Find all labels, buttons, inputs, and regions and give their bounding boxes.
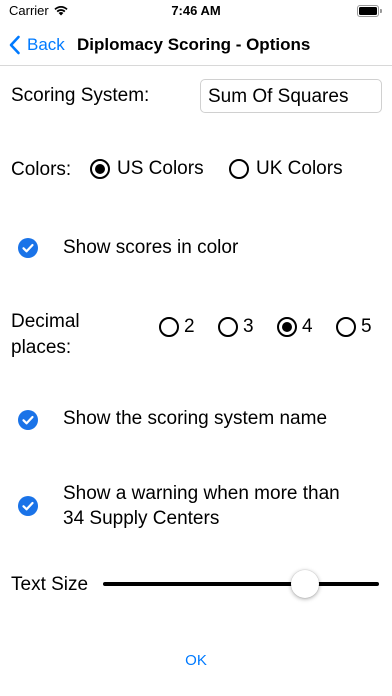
status-bar: Carrier 7:46 AM	[0, 0, 392, 24]
back-label: Back	[27, 35, 65, 54]
show-system-name-label: Show the scoring system name	[63, 408, 328, 429]
radio-circle-uk	[229, 159, 249, 179]
warning-checkbox[interactable]	[18, 496, 38, 516]
text-size-slider[interactable]	[103, 570, 379, 598]
scoring-system-field[interactable]: Sum Of Squares	[200, 79, 382, 113]
radio-decimal-5[interactable]: 5	[336, 316, 372, 338]
chevron-left-icon	[9, 35, 20, 55]
warning-label-line2: 34 Supply Centers	[63, 508, 220, 529]
radio-circle-4	[277, 317, 297, 337]
checkmark-icon	[22, 501, 34, 511]
warning-label-line1: Show a warning when more than	[63, 483, 340, 504]
ok-button[interactable]: OK	[0, 652, 392, 669]
colors-label: Colors:	[11, 159, 72, 180]
back-button[interactable]: Back	[8, 33, 65, 57]
text-size-label: Text Size	[11, 574, 89, 595]
slider-track	[103, 582, 379, 586]
slider-thumb[interactable]	[291, 570, 319, 598]
radio-label-us: US Colors	[117, 158, 204, 179]
radio-circle-2	[159, 317, 179, 337]
radio-label-uk: UK Colors	[256, 158, 343, 179]
scoring-system-label: Scoring System:	[11, 85, 150, 106]
checkmark-icon	[22, 415, 34, 425]
show-color-label: Show scores in color	[63, 237, 239, 258]
radio-decimal-3[interactable]: 3	[218, 316, 254, 338]
radio-label-5: 5	[361, 316, 372, 337]
decimal-label-line1: Decimal	[11, 311, 80, 332]
radio-decimal-4[interactable]: 4	[277, 316, 313, 338]
radio-us-colors[interactable]: US Colors	[90, 158, 204, 180]
clock-time: 7:46 AM	[171, 3, 221, 18]
radio-uk-colors[interactable]: UK Colors	[229, 158, 343, 180]
navigation-bar: Back Diplomacy Scoring - Options	[0, 24, 392, 66]
radio-label-4: 4	[302, 316, 313, 337]
radio-decimal-2[interactable]: 2	[159, 316, 195, 338]
radio-circle-us	[90, 159, 110, 179]
radio-label-3: 3	[243, 316, 254, 337]
page-title: Diplomacy Scoring - Options	[77, 35, 311, 54]
show-color-checkbox[interactable]	[18, 238, 38, 258]
radio-label-2: 2	[184, 316, 195, 337]
checkmark-icon	[22, 243, 34, 253]
decimal-label-line2: places:	[11, 337, 72, 358]
radio-circle-3	[218, 317, 238, 337]
show-system-name-checkbox[interactable]	[18, 410, 38, 430]
radio-circle-5	[336, 317, 356, 337]
battery-icon	[357, 5, 382, 17]
